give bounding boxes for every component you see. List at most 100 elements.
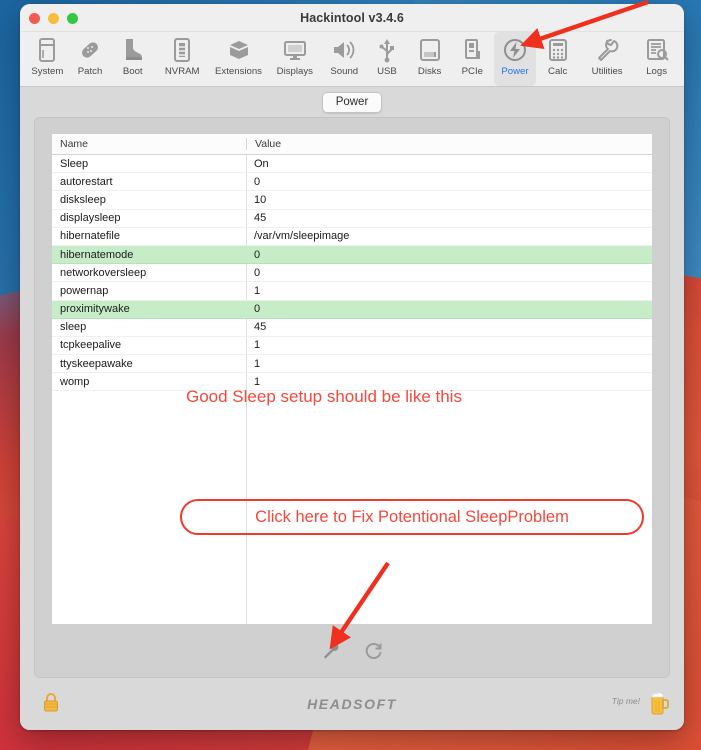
toolbar-label-displays: Displays (276, 66, 313, 77)
utilities-icon (594, 35, 620, 65)
table-row-highlighted[interactable]: proximitywake 0 (52, 300, 652, 319)
table-row[interactable]: hibernatefile/var/vm/sleepimage (52, 228, 652, 246)
toolbar-label-utilities: Utilities (591, 66, 623, 77)
toolbar-label-nvram: NVRAM (164, 66, 200, 77)
cell-name: displaysleep (60, 212, 121, 225)
table-row[interactable]: powernap 1 (52, 282, 652, 301)
toolbar-label-logs: Logs (646, 66, 668, 77)
toolbar-label-power: Power (501, 66, 529, 77)
toolbar-label-extensions: Extensions (215, 66, 262, 77)
toolbar-item-pcie[interactable]: PCIe (451, 32, 494, 86)
toolbar-label-usb: USB (377, 66, 397, 77)
annotation-callout: Click here to Fix Potentional SleepProbl… (180, 499, 644, 535)
toolbar-label-patch: Patch (77, 66, 103, 77)
toolbar-item-patch[interactable]: Patch (69, 32, 112, 86)
cell-value: On (254, 157, 269, 170)
power-icon (502, 35, 528, 65)
cell-value: 0 (254, 303, 261, 316)
cell-name: proximitywake (60, 303, 130, 316)
toolbar-item-logs[interactable]: Logs (635, 32, 678, 86)
toolbar-item-power[interactable]: Power (493, 32, 537, 86)
main-toolbar: System Patch Boot NVRAM Extensions Displ… (20, 32, 684, 87)
table-header: Name Value (52, 134, 652, 155)
content-panel: Name Value Sleep On autorestart 0 diskslee… (34, 117, 670, 678)
extensions-icon (226, 35, 252, 65)
minimize-button[interactable] (48, 13, 59, 24)
tip-me-label[interactable]: Tip me! (612, 696, 640, 706)
zoom-button[interactable] (67, 13, 78, 24)
cell-name: hibernatefile (60, 230, 120, 243)
window-title: Hackintool v3.4.6 (300, 11, 404, 25)
table-body: Sleep On autorestart 0 disksleep 10 display… (52, 155, 652, 392)
content-action-bar (35, 625, 669, 677)
headsoft-logo: HEADSOFT (307, 696, 397, 712)
table-row[interactable]: sleep 45 (52, 319, 652, 337)
toolbar-item-utilities[interactable]: Utilities (579, 32, 635, 86)
fix-button[interactable] (317, 638, 343, 664)
column-header-value[interactable]: Value (246, 138, 652, 150)
cell-name: Sleep (60, 157, 89, 170)
tab-power[interactable]: Power (321, 91, 383, 113)
annotation-note: Good Sleep setup should be like this (186, 387, 462, 406)
cell-value: 1 (254, 339, 261, 352)
table-row[interactable]: displaysleep 45 (52, 210, 652, 228)
cell-name: networkoversleep (60, 266, 147, 279)
disks-icon (418, 35, 442, 65)
beer-mug-icon[interactable] (648, 689, 670, 720)
cell-name: sleep (60, 321, 87, 334)
toolbar-label-system: System (31, 66, 64, 77)
toolbar-item-nvram[interactable]: NVRAM (154, 32, 210, 86)
cell-name: hibernatemode (60, 248, 134, 261)
desktop-background: Hackintool v3.4.6 System Patch Boot NVRA… (0, 0, 701, 750)
power-settings-table: Name Value Sleep On autorestart 0 diskslee… (51, 133, 653, 625)
toolbar-label-disks: Disks (417, 66, 442, 77)
annotation-callout-label: Click here to Fix Potentional SleepProbl… (255, 507, 569, 526)
cell-value: 0 (254, 175, 261, 188)
cell-value: 0 (254, 248, 261, 261)
table-row-highlighted[interactable]: hibernatemode 0 (52, 245, 652, 265)
titlebar: Hackintool v3.4.6 (20, 4, 684, 32)
toolbar-label-boot: Boot (122, 66, 143, 77)
cell-value: 45 (254, 321, 267, 334)
cell-value: 1 (254, 357, 261, 370)
table-row[interactable]: Sleep On (52, 155, 652, 174)
table-row[interactable]: tcpkeepalive 1 (52, 337, 652, 356)
logs-icon (645, 35, 669, 65)
pcie-icon (462, 35, 482, 65)
displays-icon (282, 35, 308, 65)
footer-bar: HEADSOFT Tip me! (20, 678, 684, 730)
refresh-icon (365, 643, 382, 659)
lock-icon[interactable] (42, 692, 60, 719)
table-row[interactable]: ttyskeepawake 1 (52, 355, 652, 374)
hackintool-window: Hackintool v3.4.6 System Patch Boot NVRA… (20, 4, 684, 730)
nvram-icon (172, 35, 192, 65)
table-row[interactable]: networkoversleep 0 (52, 264, 652, 283)
toolbar-item-usb[interactable]: USB (366, 32, 409, 86)
toolbar-label-pcie: PCIe (461, 66, 483, 77)
toolbar-item-system[interactable]: System (26, 32, 69, 86)
cell-value: /var/vm/sleepimage (254, 230, 350, 243)
toolbar-item-sound[interactable]: Sound (323, 32, 366, 86)
refresh-button[interactable] (361, 638, 387, 664)
toolbar-item-extensions[interactable]: Extensions (210, 32, 266, 86)
cell-value: 45 (254, 212, 267, 225)
cell-name: powernap (60, 284, 109, 297)
toolbar-item-displays[interactable]: Displays (267, 32, 323, 86)
cell-name: ttyskeepawake (60, 357, 133, 370)
calc-icon (547, 35, 569, 65)
toolbar-item-boot[interactable]: Boot (111, 32, 154, 86)
toolbar-item-calc[interactable]: Calc (536, 32, 579, 86)
traffic-lights (29, 13, 78, 24)
table-row[interactable]: autorestart 0 (52, 173, 652, 192)
cell-name: tcpkeepalive (60, 339, 122, 352)
table-row[interactable]: disksleep 10 (52, 191, 652, 210)
toolbar-label-calc: Calc (548, 66, 568, 77)
patch-icon (78, 35, 102, 65)
close-button[interactable] (29, 13, 40, 24)
wrench-icon (323, 643, 339, 659)
cell-name: disksleep (60, 193, 106, 206)
column-header-name[interactable]: Name (52, 138, 246, 150)
toolbar-item-disks[interactable]: Disks (408, 32, 451, 86)
cell-value: 1 (254, 284, 261, 297)
cell-name: autorestart (60, 175, 113, 188)
